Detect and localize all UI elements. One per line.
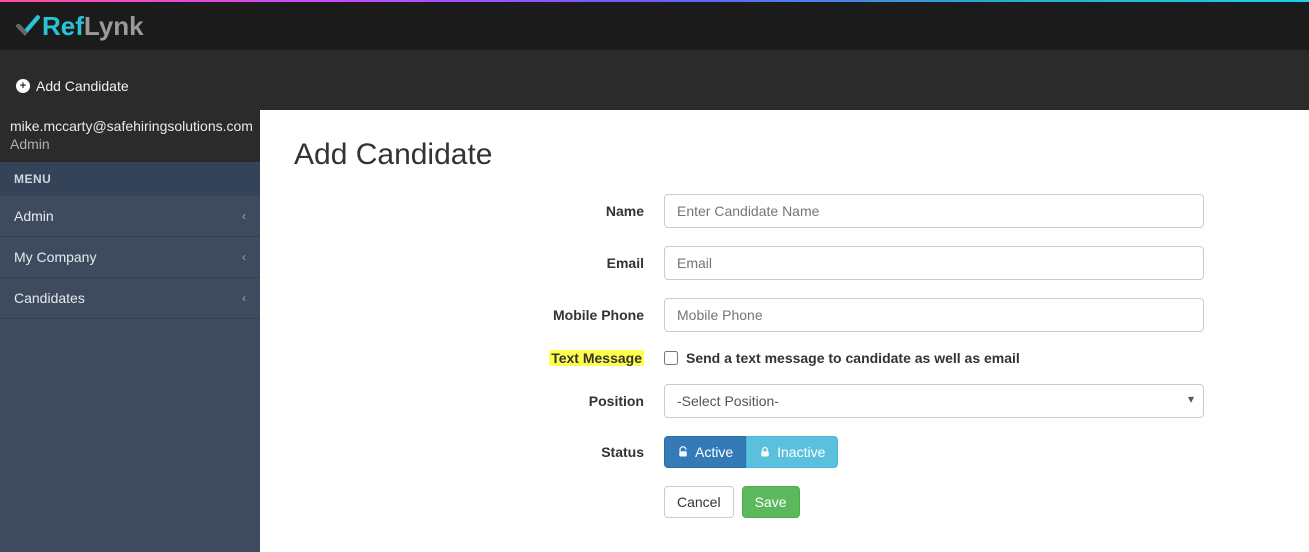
mobile-phone-field[interactable] bbox=[664, 298, 1204, 332]
label-email: Email bbox=[294, 255, 664, 271]
nav-item-label: My Company bbox=[14, 249, 96, 265]
content-card: Add Candidate Name Email Mobile Phone bbox=[260, 110, 1309, 552]
row-name: Name bbox=[294, 194, 1275, 228]
user-role: Admin bbox=[10, 136, 248, 152]
row-status: Status Active bbox=[294, 436, 1275, 468]
text-message-checkbox-label: Send a text message to candidate as well… bbox=[686, 350, 1020, 366]
label-position: Position bbox=[294, 393, 664, 409]
row-phone: Mobile Phone bbox=[294, 298, 1275, 332]
top-navbar: RefLynk bbox=[0, 2, 1309, 50]
left-rail: + Add Candidate mike.mccarty@safehirings… bbox=[0, 50, 260, 552]
nav-item-my-company[interactable]: My Company ‹ bbox=[0, 237, 260, 278]
check-icon bbox=[14, 13, 40, 39]
brand-logo[interactable]: RefLynk bbox=[14, 11, 144, 42]
label-phone: Mobile Phone bbox=[294, 307, 664, 323]
position-select[interactable]: -Select Position- bbox=[664, 384, 1204, 418]
status-active-button[interactable]: Active bbox=[664, 436, 746, 468]
text-message-checkbox[interactable] bbox=[664, 351, 678, 365]
add-candidate-button[interactable]: + Add Candidate bbox=[0, 50, 260, 108]
nav-header: MENU bbox=[0, 162, 260, 196]
name-field[interactable] bbox=[664, 194, 1204, 228]
current-user-block: mike.mccarty@safehiringsolutions.com Adm… bbox=[0, 108, 260, 162]
side-nav: MENU Admin ‹ My Company ‹ Candidates ‹ bbox=[0, 162, 260, 552]
row-text-message: Text Message Send a text message to cand… bbox=[294, 350, 1275, 366]
nav-item-admin[interactable]: Admin ‹ bbox=[0, 196, 260, 237]
status-inactive-button[interactable]: Inactive bbox=[746, 436, 838, 468]
content-backdrop: Add Candidate Name Email Mobile Phone bbox=[260, 50, 1309, 552]
row-email: Email bbox=[294, 246, 1275, 280]
status-toggle-group: Active Inactive bbox=[664, 436, 1204, 468]
label-name: Name bbox=[294, 203, 664, 219]
user-email: mike.mccarty@safehiringsolutions.com bbox=[10, 118, 248, 134]
nav-item-label: Candidates bbox=[14, 290, 85, 306]
status-inactive-label: Inactive bbox=[777, 444, 825, 460]
nav-item-candidates[interactable]: Candidates ‹ bbox=[0, 278, 260, 319]
lock-icon bbox=[759, 446, 771, 458]
chevron-left-icon: ‹ bbox=[242, 209, 246, 223]
page-title: Add Candidate bbox=[294, 138, 1275, 172]
plus-icon: + bbox=[16, 79, 30, 93]
label-text-message: Text Message bbox=[549, 350, 644, 366]
brand-suffix: Lynk bbox=[84, 11, 144, 41]
label-status: Status bbox=[294, 444, 664, 460]
brand-prefix: Ref bbox=[42, 11, 84, 41]
chevron-left-icon: ‹ bbox=[242, 291, 246, 305]
nav-item-label: Admin bbox=[14, 208, 54, 224]
save-button[interactable]: Save bbox=[742, 486, 800, 518]
email-field[interactable] bbox=[664, 246, 1204, 280]
add-candidate-label: Add Candidate bbox=[36, 78, 129, 94]
cancel-button[interactable]: Cancel bbox=[664, 486, 734, 518]
row-position: Position -Select Position- bbox=[294, 384, 1275, 418]
unlock-icon bbox=[677, 446, 689, 458]
status-active-label: Active bbox=[695, 444, 733, 460]
chevron-left-icon: ‹ bbox=[242, 250, 246, 264]
row-actions: Cancel Save bbox=[294, 486, 1275, 518]
